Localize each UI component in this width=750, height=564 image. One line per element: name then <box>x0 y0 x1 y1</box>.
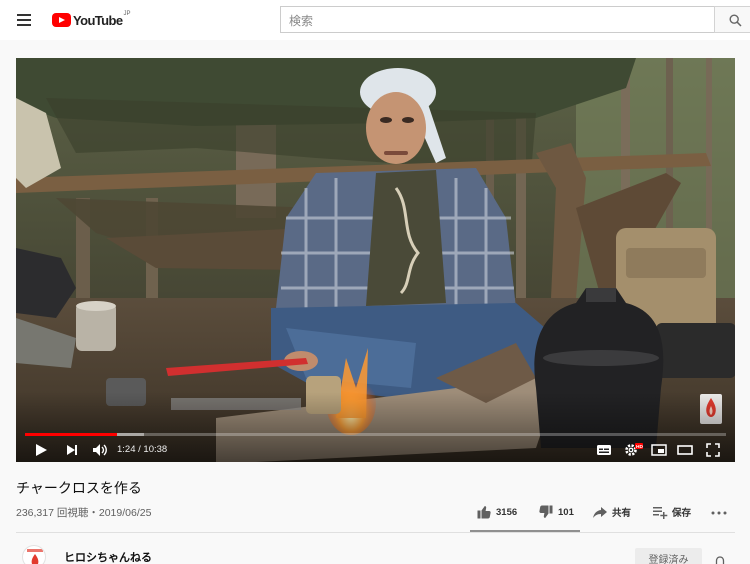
next-button[interactable] <box>64 441 80 459</box>
divider <box>16 532 735 533</box>
share-icon <box>593 507 607 518</box>
time-display: 1:24 / 10:38 <box>117 444 168 455</box>
subtitles-button[interactable] <box>595 441 613 459</box>
fullscreen-button[interactable] <box>704 441 722 459</box>
volume-icon <box>93 444 107 456</box>
fullscreen-icon <box>706 443 720 457</box>
search-box <box>280 6 714 33</box>
notification-bell[interactable] <box>713 555 727 564</box>
like-count: 3156 <box>496 506 518 518</box>
subscribe-button[interactable]: 登録済み <box>635 548 702 564</box>
play-icon <box>36 444 47 456</box>
action-bar: 3156 101 共有 保存 <box>470 500 740 524</box>
thumbs-up-icon <box>477 506 491 519</box>
playlist-add-icon <box>653 507 668 519</box>
video-title: チャークロスを作る <box>16 480 142 496</box>
channel-avatar[interactable] <box>22 545 46 564</box>
search-icon <box>729 14 742 27</box>
miniplayer-icon <box>651 444 667 456</box>
more-actions-button[interactable] <box>710 500 728 524</box>
dislike-button[interactable]: 101 <box>538 500 574 524</box>
logo-text: YouTube <box>73 12 123 28</box>
play-button[interactable] <box>34 441 48 459</box>
bell-icon <box>715 556 725 564</box>
search-button[interactable] <box>714 6 750 33</box>
search-input[interactable] <box>289 14 706 28</box>
youtube-watch-page: YouTube JP 検索 1:24 / 10:38 HD チャークロスを作る … <box>0 0 750 564</box>
channel-name[interactable]: ヒロシちゃんねる <box>64 549 152 564</box>
youtube-logo-icon <box>52 13 71 27</box>
save-label: 保存 <box>672 508 692 519</box>
share-label: 共有 <box>612 508 632 519</box>
channel-avatar-logo-icon <box>27 549 43 564</box>
youtube-logo[interactable]: YouTube JP <box>52 11 131 29</box>
theater-icon <box>677 445 693 455</box>
next-icon <box>67 445 77 455</box>
progress-played <box>25 433 118 436</box>
subtitles-icon <box>597 445 611 455</box>
view-count-date: 236,317 回視聴・2019/06/25 <box>16 507 152 519</box>
progress-bar[interactable] <box>25 433 726 436</box>
settings-button[interactable]: HD <box>622 441 644 459</box>
miniplayer-button[interactable] <box>650 441 668 459</box>
volume-button[interactable] <box>91 441 109 459</box>
dislike-count: 101 <box>558 506 574 518</box>
like-button[interactable]: 3156 <box>476 500 517 524</box>
menu-icon[interactable] <box>14 10 36 30</box>
video-player[interactable]: 1:24 / 10:38 HD <box>16 58 735 462</box>
save-button[interactable]: 保存 <box>652 500 691 524</box>
svg-text:HD: HD <box>636 444 643 450</box>
thumbs-down-icon <box>539 505 553 518</box>
settings-icon: HD <box>625 443 643 456</box>
theater-button[interactable] <box>676 441 694 459</box>
share-button[interactable]: 共有 <box>592 500 631 524</box>
player-controls: 1:24 / 10:38 HD <box>16 439 735 461</box>
more-icon <box>711 511 727 515</box>
masthead: YouTube JP <box>0 0 750 40</box>
logo-country-code: JP <box>123 11 131 17</box>
